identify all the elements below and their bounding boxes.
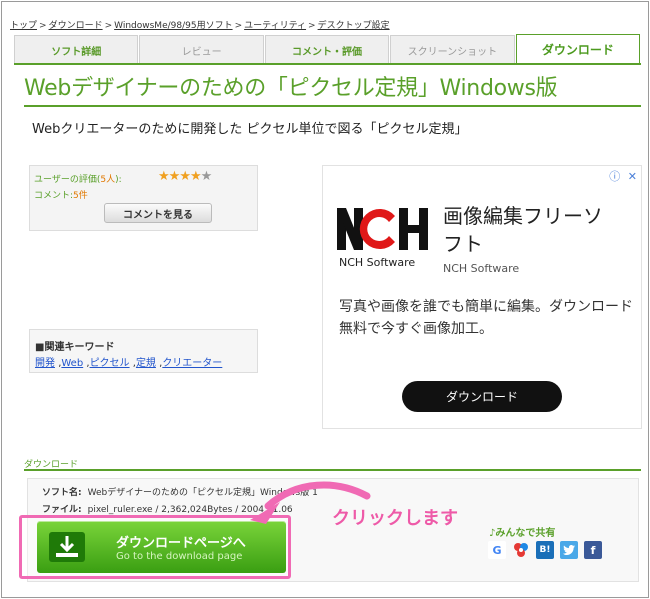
tab-download[interactable]: ダウンロード	[515, 34, 641, 64]
share-title: ♪みんなで共有	[489, 528, 556, 539]
google-icon[interactable]: G	[488, 541, 506, 559]
software-name-label: ソフト名:	[42, 488, 82, 498]
comment-number: 5件	[73, 191, 88, 201]
ad-headline[interactable]: 画像編集フリーソフト	[443, 202, 613, 258]
click-annotation: クリックします	[332, 508, 458, 529]
twitter-icon[interactable]	[560, 541, 578, 559]
gree-icon[interactable]	[512, 541, 530, 559]
page-title: Webデザイナーのための「ピクセル定規」Windows版	[24, 76, 558, 101]
ad-info-icon[interactable]: ⓘ	[609, 170, 620, 183]
keyword-link[interactable]: クリエーター	[162, 358, 222, 369]
tab-review[interactable]: レビュー	[139, 35, 264, 64]
comment-label: コメント:	[34, 191, 74, 201]
title-divider	[24, 105, 641, 107]
star-rating: ★★★★★	[158, 169, 213, 184]
file-label: ファイル:	[42, 505, 82, 515]
keywords-title: ■関連キーワード	[35, 342, 115, 353]
breadcrumb-desktop[interactable]: デスクトップ設定	[318, 21, 390, 31]
ad-brand: NCH Software	[443, 262, 520, 275]
rating-label-prefix: ユーザーの評価(	[34, 175, 101, 185]
page-frame: トップ > ダウンロード > WindowsMe/98/95用ソフト > ユーティリティ > デ…	[1, 1, 649, 598]
breadcrumb-windows-me[interactable]: WindowsMe/98/95用ソフト	[114, 21, 232, 31]
tab-screenshots[interactable]: スクリーンショット	[390, 35, 515, 64]
keyword-link[interactable]: ピクセル	[90, 358, 130, 369]
keyword-link[interactable]: 定規	[136, 358, 156, 369]
tab-bar: ソフト詳細 レビュー コメント・評価 スクリーンショット ダウンロード	[14, 34, 641, 64]
rating-label-suffix: ):	[115, 175, 122, 185]
logo-caption: NCH Software	[339, 256, 416, 269]
breadcrumb-download[interactable]: ダウンロード	[49, 21, 103, 31]
breadcrumb-separator: >	[234, 21, 243, 31]
download-page-button[interactable]: ダウンロードページへ Go to the download page	[37, 521, 286, 573]
star-filled-icon: ★	[168, 169, 181, 184]
user-rating: ユーザーの評価(5人):	[34, 172, 122, 185]
breadcrumb-separator: >	[308, 21, 316, 31]
tab-divider	[14, 63, 641, 65]
download-arrow-icon	[49, 532, 85, 562]
ad-body: 写真や画像を誰でも簡単に編集。ダウンロード無料で今すぐ画像加工。	[339, 299, 633, 337]
keyword-links: 開発 ,Web ,ピクセル ,定規 ,クリエーター	[35, 354, 222, 369]
download-button-label: ダウンロードページへ	[116, 536, 246, 551]
breadcrumb-separator: >	[39, 21, 47, 31]
download-button-sublabel: Go to the download page	[116, 551, 243, 562]
comment-count: コメント:5件	[34, 188, 88, 201]
tab-comments-rating[interactable]: コメント・評価	[264, 35, 390, 64]
nch-logo-icon	[337, 208, 428, 250]
star-filled-icon: ★	[189, 169, 202, 184]
advertisement[interactable]: ⓘ ✕ NCH Software 画像編集フリーソフト NCH Software…	[322, 165, 642, 429]
keyword-link[interactable]: Web	[61, 358, 83, 369]
rating-box: ユーザーの評価(5人): ★★★★★ コメント:5件 コメントを見る	[29, 165, 258, 231]
hatena-bookmark-icon[interactable]: B!	[536, 541, 554, 559]
star-filled-icon: ★	[158, 169, 170, 184]
rating-count: 5人	[100, 175, 116, 185]
breadcrumb-separator: >	[104, 21, 113, 31]
tab-software-details[interactable]: ソフト詳細	[14, 35, 139, 64]
breadcrumb: トップ > ダウンロード > WindowsMe/98/95用ソフト > ユーティリティ > デ…	[10, 18, 390, 31]
facebook-icon[interactable]: f	[584, 541, 602, 559]
star-filled-icon: ★	[179, 169, 191, 184]
ad-controls: ⓘ ✕	[609, 168, 637, 184]
star-empty-icon: ★	[200, 169, 213, 184]
breadcrumb-utility[interactable]: ユーティリティ	[244, 21, 306, 31]
view-comments-button[interactable]: コメントを見る	[104, 203, 212, 223]
download-divider	[24, 469, 641, 471]
ad-download-button[interactable]: ダウンロード	[402, 381, 562, 412]
breadcrumb-top[interactable]: トップ	[10, 21, 37, 31]
ad-close-icon[interactable]: ✕	[628, 170, 637, 183]
related-keywords: ■関連キーワード 開発 ,Web ,ピクセル ,定規 ,クリエーター	[29, 329, 258, 373]
share-buttons: G B! f	[488, 541, 602, 559]
page-subtitle: Webクリエーターのために開発した ピクセル単位で図る「ピクセル定規」	[32, 122, 468, 137]
keyword-link[interactable]: 開発	[35, 358, 55, 369]
